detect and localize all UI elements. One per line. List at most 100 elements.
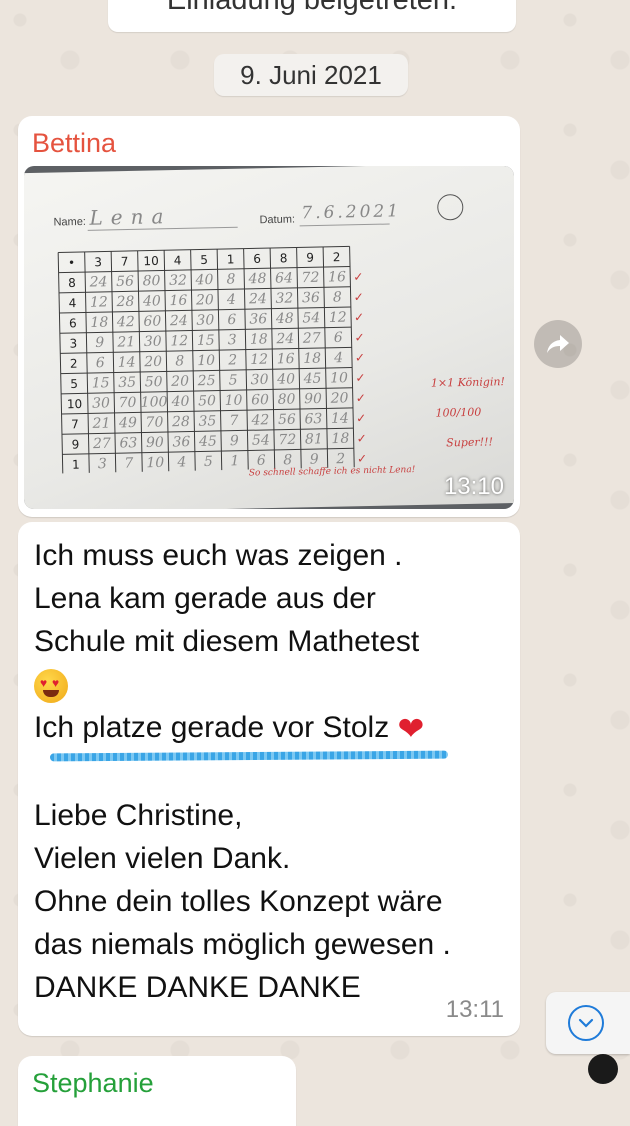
handwritten-answer: 72 — [278, 432, 296, 448]
handwritten-answer: 40 — [276, 371, 295, 387]
forward-button[interactable] — [534, 320, 582, 368]
message-line: Vielen vielen Dank. — [34, 841, 291, 875]
system-message: Einladung beigetreten. — [108, 0, 516, 32]
handwritten-answer: 3 — [228, 332, 237, 348]
handwritten-answer: 32 — [275, 290, 293, 306]
handwritten-answer: 90 — [304, 391, 322, 407]
text-message-bubble[interactable]: Ich muss euch was zeigen . Lena kam gera… — [18, 522, 520, 1036]
handwritten-answer: 24 — [248, 291, 267, 307]
handwritten-answer: 2 — [227, 352, 237, 368]
handwritten-answer: 20 — [170, 373, 189, 389]
handwritten-answer: 36 — [302, 290, 320, 306]
handwritten-answer: 21 — [116, 334, 135, 350]
table-header-cell: 2 — [333, 250, 341, 264]
handwritten-answer: 9 — [230, 433, 239, 449]
photo-message-bubble[interactable]: Bettina Name: Lena Datum: 7.6.2021 • 3 7 10… — [18, 116, 520, 517]
handwritten-answer: 20 — [329, 390, 348, 406]
handwritten-answer: 24 — [169, 313, 188, 329]
handwritten-answer: 16 — [169, 293, 187, 309]
handwritten-answer: 3 — [98, 456, 107, 472]
handwritten-answer: 18 — [331, 431, 349, 447]
handwritten-answer: 30 — [144, 334, 162, 350]
stolz-line: Ich platze gerade vor Stolz ❤ — [34, 706, 451, 751]
sender-name[interactable]: Stephanie — [32, 1068, 154, 1099]
handwritten-answer: 48 — [247, 271, 266, 287]
handwritten-answer: 8 — [283, 452, 292, 468]
message-line: Liebe Christine, — [34, 798, 243, 832]
handwritten-answer: 7 — [124, 455, 133, 471]
scroll-to-bottom-button[interactable] — [546, 992, 630, 1054]
table-row-factor: 5 — [70, 377, 78, 391]
next-message-bubble[interactable]: Stephanie — [18, 1056, 296, 1126]
handwritten-answer: 24 — [275, 331, 294, 347]
handwritten-answer: 10 — [224, 393, 242, 409]
multiplication-table: • 3 7 10 4 5 1 6 8 9 284632510791 24 56 80 32 40 8 48 64 7… — [57, 245, 367, 474]
handwritten-answer: 30 — [196, 312, 214, 328]
message-line: DANKE DANKE DANKE — [34, 970, 361, 1004]
check-mark: ✓ — [355, 371, 365, 385]
system-message-text: Einladung beigetreten. — [166, 0, 458, 16]
table-row-factor: 7 — [71, 417, 79, 431]
math-test-photo[interactable]: Name: Lena Datum: 7.6.2021 • 3 7 10 4 5 1 6 8 9 2 8… — [24, 166, 514, 509]
wallpaper-doodle — [588, 1054, 618, 1084]
message-line: Schule mit diesem Mathetest — [34, 625, 420, 658]
pencil-line-date — [299, 223, 390, 227]
table-header-cell: 4 — [174, 253, 182, 267]
grid-col-line — [243, 248, 249, 471]
handwritten-answer: 72 — [301, 270, 319, 286]
handwritten-answer: 12 — [250, 352, 268, 368]
table-header-cell: 7 — [121, 255, 129, 269]
handwritten-answer: 80 — [277, 391, 295, 407]
handwritten-answer: 14 — [118, 354, 136, 370]
note-queen: 1×1 Königin! — [430, 375, 506, 390]
table-header-cell: 5 — [200, 253, 208, 267]
handwritten-answer: 14 — [331, 411, 349, 427]
worksheet-name-value: Lena — [89, 204, 172, 230]
handwritten-answer: 100 — [141, 394, 168, 411]
handwritten-answer: 27 — [92, 436, 111, 452]
handwritten-answer: 18 — [250, 331, 268, 347]
handwritten-answer: 6 — [334, 330, 343, 346]
handwritten-answer: 90 — [146, 435, 164, 451]
handwritten-answer: 70 — [118, 395, 136, 411]
handwritten-answer: 81 — [305, 431, 323, 447]
table-header-cell: 10 — [143, 254, 159, 268]
table-header-cell: 3 — [94, 255, 102, 269]
handwritten-answer: 35 — [118, 375, 136, 391]
score-circle — [437, 193, 464, 221]
chevron-down-icon — [578, 1018, 594, 1028]
handwritten-answer: 40 — [194, 272, 213, 288]
handwritten-answer: 6 — [257, 453, 266, 469]
grid-col-line — [216, 249, 223, 472]
emoji-line: ♥ ♥ — [34, 663, 451, 706]
check-mark: ✓ — [354, 330, 364, 344]
handwritten-answer: 6 — [227, 312, 236, 328]
handwritten-answer: 5 — [229, 372, 238, 388]
handwritten-answer: 70 — [145, 414, 163, 430]
handwritten-answer: 12 — [170, 333, 188, 349]
table-header-cell: 1 — [227, 252, 235, 266]
sender-name[interactable]: Bettina — [32, 128, 116, 159]
handwritten-answer: 10 — [197, 353, 215, 369]
handwritten-answer: 4 — [333, 350, 343, 366]
handwritten-answer: 35 — [198, 413, 216, 429]
check-mark: ✓ — [355, 351, 365, 365]
handwritten-answer: 50 — [198, 393, 216, 409]
note-bottom: So schnell schaffe ich es nicht Lena! — [248, 465, 416, 479]
handwritten-answer: 24 — [88, 274, 107, 290]
handwritten-answer: 10 — [330, 370, 348, 386]
worksheet-date-label: Datum: — [259, 213, 296, 227]
handwritten-answer: 36 — [249, 311, 267, 327]
handwritten-answer: 9 — [95, 335, 104, 351]
check-mark: ✓ — [356, 391, 366, 405]
handwritten-answer: 45 — [303, 371, 322, 387]
handwritten-answer: 42 — [250, 412, 269, 428]
handwritten-answer: 32 — [169, 273, 187, 289]
heart-eyes-emoji: ♥ ♥ — [34, 669, 68, 704]
grid-col-line — [322, 246, 329, 470]
table-row-factor: 8 — [68, 276, 76, 290]
scroll-down-circle — [568, 1005, 604, 1041]
table-header-cell: 9 — [306, 251, 314, 265]
handwritten-answer: 80 — [142, 273, 160, 289]
handwritten-answer: 28 — [115, 294, 134, 310]
